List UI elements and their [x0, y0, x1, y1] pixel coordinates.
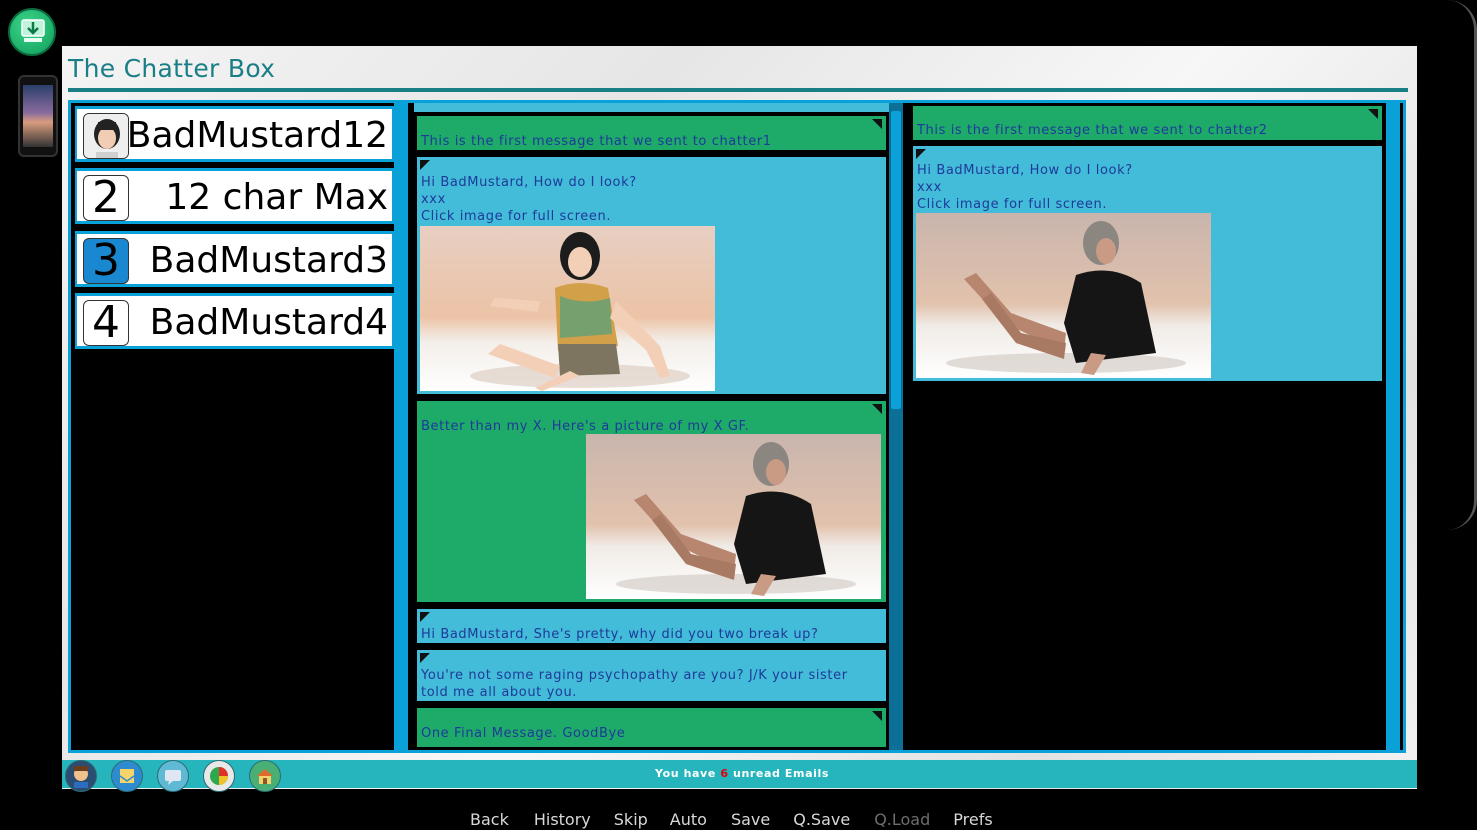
message-text: Better than my X. Here's a picture of my… [421, 419, 750, 434]
sent-message: This is the first message that we sent t… [414, 113, 889, 153]
column-divider [394, 103, 408, 750]
title-divider [68, 88, 1408, 92]
photo-image [616, 442, 856, 596]
received-tail-icon [916, 149, 926, 159]
quick-menu: Back History Skip Auto Save Q.Save Q.Loa… [470, 810, 1016, 829]
photo-image [946, 221, 1186, 375]
back-button[interactable]: Back [470, 810, 509, 829]
sent-tail-icon [872, 404, 882, 414]
chatter-box-screen: The Chatter Box BadMustard12 2 12 char M… [62, 46, 1417, 792]
scrolled-message-edge [414, 103, 889, 112]
contact-name: 12 char Max [165, 177, 388, 218]
message-text: Click image for full screen. [421, 209, 612, 224]
sent-message: This is the first message that we sent t… [910, 103, 1385, 143]
contact-item-3[interactable]: 3 BadMustard3 [75, 231, 395, 287]
unread-prefix: You have [655, 767, 716, 780]
received-message: Hi BadMustard, How do I look? xxx Click … [910, 143, 1385, 384]
chat-column-2[interactable]: This is the first message that we sent t… [910, 103, 1385, 750]
scrollbar-thumb[interactable] [891, 111, 901, 409]
auto-button[interactable]: Auto [670, 810, 707, 829]
unread-suffix: unread Emails [733, 767, 829, 780]
message-text: Click image for full screen. [917, 197, 1108, 212]
avatar-icon[interactable] [65, 760, 97, 792]
received-message: You're not some raging psychopathy are y… [414, 647, 889, 704]
chat-frame: BadMustard12 2 12 char Max 3 BadMustard3… [68, 100, 1406, 753]
avatar-icon [84, 114, 128, 158]
sent-message: Better than my X. Here's a picture of my… [414, 398, 889, 605]
message-text: One Final Message. GoodBye [421, 726, 626, 741]
message-text: You're not some raging psychopathy are y… [421, 668, 848, 683]
sent-tail-icon [872, 119, 882, 129]
chat-1-scrollbar[interactable] [889, 103, 903, 750]
phone-button[interactable] [18, 75, 58, 157]
chat-photo-sitting[interactable] [420, 226, 715, 391]
contact-name: BadMustard4 [149, 302, 388, 343]
chat-photo-lying[interactable] [586, 434, 881, 599]
contact-number-badge: 2 [83, 175, 129, 221]
stats-icon[interactable] [203, 760, 235, 792]
unread-email-notice: You have 6 unread Emails [562, 767, 922, 780]
page-title: The Chatter Box [68, 54, 276, 83]
history-button[interactable]: History [534, 810, 591, 829]
received-tail-icon [420, 612, 430, 622]
save-button[interactable]: Save [731, 810, 770, 829]
message-text: Hi BadMustard, How do I look? [421, 175, 637, 190]
home-icon[interactable] [249, 760, 281, 792]
photo-image [470, 232, 690, 391]
chat-icon[interactable] [157, 760, 189, 792]
mail-icon[interactable] [111, 760, 143, 792]
chat-column-1[interactable]: This is the first message that we sent t… [414, 103, 889, 750]
status-bar: You have 6 unread Emails [62, 760, 1417, 792]
received-message: Hi BadMustard, How do I look? xxx Click … [414, 154, 889, 397]
received-tail-icon [420, 160, 430, 170]
message-text: Hi BadMustard, How do I look? [917, 163, 1133, 178]
contact-number-badge: 3 [83, 238, 129, 284]
message-text: xxx [421, 192, 446, 207]
unread-count: 6 [720, 767, 729, 780]
sent-message: One Final Message. GoodBye [414, 705, 889, 750]
quick-load-button[interactable]: Q.Load [874, 810, 930, 829]
phone-wallpaper [23, 85, 53, 147]
message-text: This is the first message that we sent t… [917, 123, 1268, 138]
message-text: told me all about you. [421, 685, 578, 700]
contact-item-4[interactable]: 4 BadMustard4 [75, 293, 395, 349]
contact-item-1[interactable]: BadMustard12 [75, 106, 395, 162]
chat-photo-lying[interactable] [916, 213, 1211, 378]
received-message: Hi BadMustard, She's pretty, why did you… [414, 606, 889, 646]
sent-tail-icon [872, 711, 882, 721]
message-text: This is the first message that we sent t… [421, 134, 772, 149]
received-tail-icon [420, 653, 430, 663]
contact-item-2[interactable]: 2 12 char Max [75, 168, 395, 224]
sent-tail-icon [1368, 109, 1378, 119]
prefs-button[interactable]: Prefs [953, 810, 992, 829]
contact-avatar [83, 113, 129, 159]
tablet-edge [1447, 0, 1477, 530]
quick-save-button[interactable]: Q.Save [793, 810, 850, 829]
contact-name: BadMustard3 [149, 240, 388, 281]
download-icon [21, 19, 45, 42]
chat-2-scrollbar[interactable] [1386, 103, 1400, 750]
contact-list: BadMustard12 2 12 char Max 3 BadMustard3… [74, 106, 395, 747]
contact-number-badge: 4 [83, 300, 129, 346]
message-text: Hi BadMustard, She's pretty, why did you… [421, 627, 819, 642]
skip-button[interactable]: Skip [614, 810, 648, 829]
message-text: xxx [917, 180, 942, 195]
download-button[interactable] [8, 8, 56, 56]
tablet-frame: The Chatter Box BadMustard12 2 12 char M… [0, 0, 1477, 830]
contact-name: BadMustard12 [126, 115, 388, 156]
